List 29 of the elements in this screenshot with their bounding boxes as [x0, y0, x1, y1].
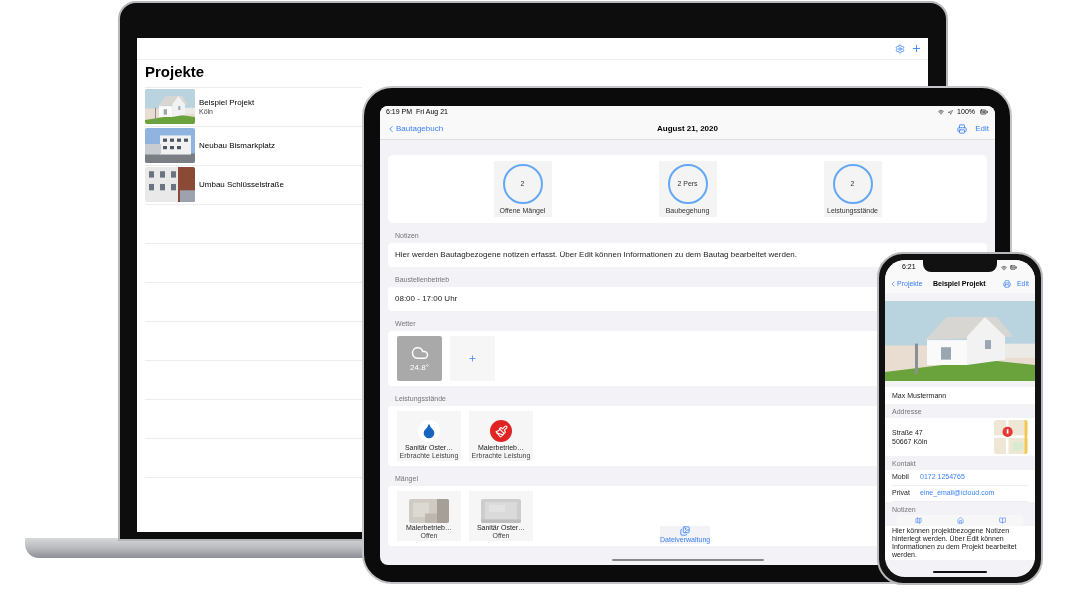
chevron-left-icon [889, 280, 897, 288]
location-icon [948, 109, 954, 115]
book-icon[interactable] [998, 517, 1006, 524]
paintbrush-icon [490, 420, 512, 442]
map-icon[interactable] [914, 517, 922, 524]
project-row[interactable]: Neubau Bismarkplatz [145, 125, 362, 165]
wifi-icon [1001, 264, 1007, 271]
printer-icon[interactable] [1002, 280, 1011, 288]
temperature: 24.8° [410, 361, 429, 374]
settings-icon[interactable] [895, 43, 905, 54]
battery-icon [1009, 264, 1018, 271]
add-icon[interactable] [911, 43, 922, 54]
printer-icon[interactable] [957, 123, 968, 134]
wifi-icon [938, 109, 945, 115]
nav-title: August 21, 2020 [657, 122, 718, 135]
back-button[interactable]: Bautagebuch [386, 122, 444, 135]
images-icon [680, 526, 691, 536]
add-icon [468, 354, 477, 363]
project-name: Beispiel Projekt [199, 97, 255, 108]
page-title: Projekte [145, 62, 206, 82]
chevron-left-icon [386, 123, 396, 134]
edit-button[interactable]: Edit [975, 122, 989, 135]
project-name: Umbau Schlüsselstraße [199, 179, 284, 190]
project-name: Neubau Bismarkplatz [199, 140, 276, 151]
home-icon[interactable] [956, 517, 964, 524]
project-row[interactable]: Umbau Schlüsselstraße [145, 164, 362, 204]
droplet-icon [418, 420, 440, 442]
home-indicator [933, 571, 987, 573]
battery-icon [979, 108, 989, 116]
